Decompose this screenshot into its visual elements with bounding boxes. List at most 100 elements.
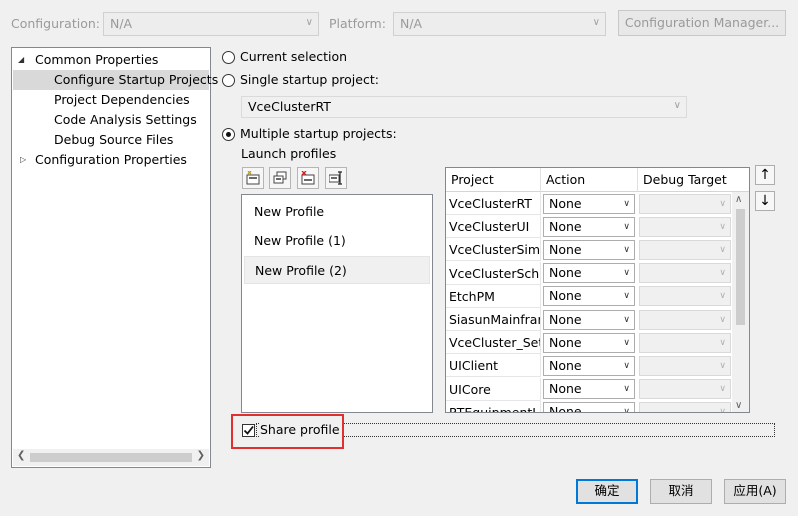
debug-target-combo: ∨ [639, 286, 731, 307]
grid-cell-project: UIClient [446, 354, 541, 378]
action-value: None [549, 218, 582, 234]
action-combo[interactable]: None ∨ [543, 332, 635, 353]
chevron-down-icon: ∨ [623, 337, 630, 348]
scroll-up-icon[interactable]: ∧ [735, 194, 742, 205]
tree-node-common-properties[interactable]: ◢ Common Properties [12, 50, 210, 70]
action-combo[interactable]: None ∨ [543, 286, 635, 307]
list-item-profile-selected[interactable]: New Profile (2) [244, 256, 430, 284]
platform-label: Platform: [329, 16, 386, 31]
scroll-right-icon[interactable]: ❯ [197, 450, 205, 461]
action-combo[interactable]: None ∨ [543, 216, 635, 237]
arrow-up-icon: ↑ [759, 167, 771, 183]
expanded-triangle-icon[interactable]: ◢ [18, 50, 24, 70]
chevron-down-icon: ∨ [719, 268, 726, 279]
action-value: None [549, 265, 582, 281]
action-combo[interactable]: None ∨ [543, 379, 635, 400]
action-value: None [549, 334, 582, 350]
chevron-down-icon: ∨ [592, 17, 600, 28]
list-item-profile[interactable]: New Profile [244, 198, 430, 226]
chevron-down-icon: ∨ [623, 314, 630, 325]
tree-item-code-analysis-settings[interactable]: Code Analysis Settings [12, 110, 210, 130]
grid-cell-project: VceClusterSimu [446, 238, 541, 262]
action-value: None [549, 241, 582, 257]
chevron-down-icon: ∨ [623, 244, 630, 255]
scrollbar-thumb[interactable] [30, 453, 192, 462]
column-header-debug-target[interactable]: Debug Target [638, 168, 749, 192]
copy-profile-button[interactable] [269, 167, 291, 189]
list-item-profile[interactable]: New Profile (1) [244, 227, 430, 255]
debug-target-combo: ∨ [639, 193, 731, 214]
chevron-down-icon: ∨ [623, 291, 630, 302]
action-combo[interactable]: None ∨ [543, 263, 635, 284]
debug-target-combo: ∨ [639, 332, 731, 353]
tree-item-label: Project Dependencies [54, 92, 190, 107]
action-combo[interactable]: None ∨ [543, 355, 635, 376]
new-profile-icon [246, 171, 260, 185]
tree-node-label: Common Properties [35, 52, 159, 67]
grid-vertical-scrollbar[interactable]: ∧ ∨ [732, 192, 749, 412]
tree-item-label: Configure Startup Projects [54, 72, 219, 87]
current-selection-radio[interactable] [222, 51, 235, 64]
configuration-manager-button: Configuration Manager... [618, 10, 786, 36]
collapsed-triangle-icon[interactable]: ▷ [20, 150, 26, 170]
chevron-down-icon: ∨ [719, 291, 726, 302]
action-value: None [549, 404, 582, 413]
configuration-label: Configuration: [11, 16, 100, 31]
new-profile-button[interactable] [242, 167, 264, 189]
chevron-down-icon: ∨ [623, 384, 630, 395]
rename-profile-button[interactable] [325, 167, 347, 189]
multiple-startup-radio[interactable] [222, 128, 235, 141]
tree-item-project-dependencies[interactable]: Project Dependencies [12, 90, 210, 110]
action-value: None [549, 357, 582, 373]
action-combo[interactable]: None ∨ [543, 193, 635, 214]
chevron-down-icon: ∨ [623, 360, 630, 371]
scroll-left-icon[interactable]: ❮ [17, 450, 25, 461]
debug-target-combo: ∨ [639, 379, 731, 400]
debug-target-combo: ∨ [639, 355, 731, 376]
tree-horizontal-scrollbar[interactable]: ❮ ❯ [13, 449, 209, 466]
action-value: None [549, 381, 582, 397]
debug-target-combo: ∨ [639, 263, 731, 284]
highlight-box [231, 414, 344, 449]
single-startup-radio[interactable] [222, 74, 235, 87]
chevron-down-icon: ∨ [623, 407, 630, 413]
action-combo[interactable]: None ∨ [543, 309, 635, 330]
single-startup-combo: VceClusterRT ∨ [241, 96, 687, 118]
debug-target-combo: ∨ [639, 239, 731, 260]
tree-item-configure-startup-projects[interactable]: Configure Startup Projects [13, 70, 218, 90]
chevron-down-icon: ∨ [719, 360, 726, 371]
grid-cell-project: UICore [446, 377, 541, 401]
action-combo[interactable]: None ∨ [543, 239, 635, 260]
action-combo[interactable]: None ∨ [543, 402, 635, 413]
debug-target-combo: ∨ [639, 402, 731, 412]
current-selection-label[interactable]: Current selection [240, 49, 347, 64]
chevron-down-icon: ∨ [719, 244, 726, 255]
grid-cell-project: VceClusterRT [446, 192, 541, 215]
tree-item-label: Debug Source Files [54, 132, 174, 147]
move-down-button[interactable]: ↓ [755, 191, 775, 211]
move-up-button[interactable]: ↑ [755, 165, 775, 185]
apply-button[interactable]: 应用(A) [724, 479, 786, 504]
tree-node-label: Configuration Properties [35, 152, 187, 167]
rename-profile-icon [329, 171, 342, 185]
configuration-value: N/A [110, 16, 133, 31]
cancel-button[interactable]: 取消 [650, 479, 712, 504]
delete-profile-button[interactable] [297, 167, 319, 189]
scrollbar-thumb[interactable] [736, 209, 745, 325]
multiple-startup-label[interactable]: Multiple startup projects: [240, 126, 397, 141]
chevron-down-icon: ∨ [719, 337, 726, 348]
tree-item-debug-source-files[interactable]: Debug Source Files [12, 130, 210, 150]
launch-profiles-list[interactable]: New Profile New Profile (1) New Profile … [241, 194, 433, 413]
platform-value: N/A [400, 16, 423, 31]
single-startup-value: VceClusterRT [248, 99, 331, 114]
chevron-down-icon: ∨ [719, 314, 726, 325]
tree-node-configuration-properties[interactable]: ▷ Configuration Properties [12, 150, 210, 170]
ok-button[interactable]: 确定 [576, 479, 638, 504]
delete-profile-icon [301, 171, 315, 185]
scroll-down-icon[interactable]: ∨ [735, 400, 742, 411]
column-header-project[interactable]: Project [446, 168, 541, 192]
single-startup-label[interactable]: Single startup project: [240, 72, 379, 87]
property-tree: ◢ Common Properties Configure Startup Pr… [11, 47, 218, 468]
chevron-down-icon: ∨ [623, 268, 630, 279]
column-header-action[interactable]: Action [541, 168, 638, 192]
